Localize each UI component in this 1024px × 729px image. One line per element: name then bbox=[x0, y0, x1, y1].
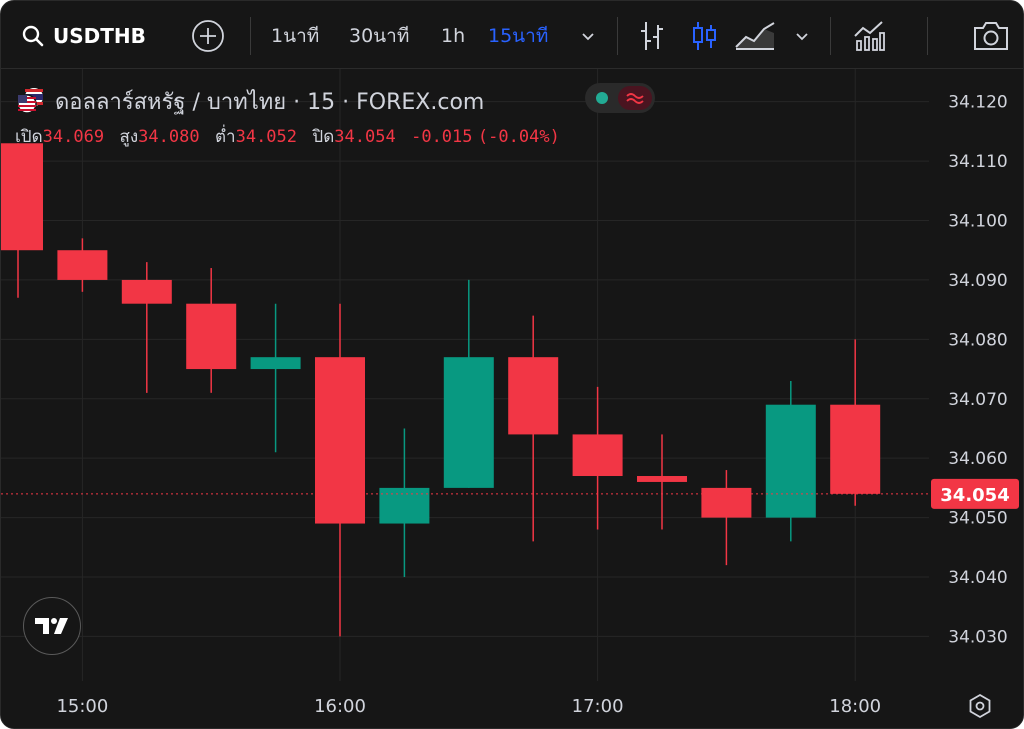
candle-body bbox=[186, 303, 237, 370]
y-tick-label: 34.120 bbox=[948, 93, 1007, 113]
last-price-label: 34.054 bbox=[940, 485, 1009, 506]
market-status-badge[interactable] bbox=[585, 83, 655, 113]
chevron-down-icon bbox=[582, 33, 594, 41]
legend-title: ดอลลาร์สหรัฐ / บาทไทย · 15 · FOREX.com bbox=[15, 83, 484, 119]
x-tick-label: 17:00 bbox=[572, 696, 624, 717]
currency-flags-icon bbox=[17, 88, 43, 114]
toolbar-divider bbox=[830, 17, 831, 55]
symbol-description: ดอลลาร์สหรัฐ / บาทไทย · 15 · FOREX.com bbox=[55, 89, 485, 115]
candle-body bbox=[121, 279, 172, 304]
price-chart[interactable]: 34.120 34.110 34.100 34.090 34.080 34.070 34.0… bbox=[1, 69, 1023, 728]
change-value: -0.015 bbox=[411, 127, 473, 147]
low-value: 34.052 bbox=[235, 127, 298, 147]
search-icon bbox=[22, 25, 44, 47]
symbol-search-button[interactable]: USDTHB bbox=[21, 19, 146, 53]
chart-style-dropdown-button[interactable] bbox=[793, 19, 811, 53]
x-tick-label: 15:00 bbox=[56, 696, 108, 717]
candle-body bbox=[572, 434, 623, 477]
candle-body bbox=[250, 357, 301, 370]
indicators-button[interactable] bbox=[852, 19, 886, 53]
ohlc-values: เปิด34.069 สูง34.080 ต่ำ34.052 ปิด34.054… bbox=[15, 123, 560, 150]
y-tick-label: 34.070 bbox=[948, 390, 1007, 410]
close-label: ปิด bbox=[312, 127, 335, 147]
interval-dropdown-button[interactable] bbox=[579, 19, 597, 53]
toolbar-divider bbox=[927, 17, 928, 55]
y-tick-label: 34.050 bbox=[948, 509, 1007, 529]
chart-widget: USDTHB 1นาที 30นาที 1h 15นาที 34.120 34.… bbox=[0, 0, 1024, 729]
candle-body bbox=[637, 476, 687, 482]
indicators-icon bbox=[854, 21, 885, 51]
camera-icon bbox=[974, 22, 1008, 50]
symbol-name: USDTHB bbox=[53, 24, 146, 48]
close-value: 34.054 bbox=[334, 127, 396, 147]
candle-body bbox=[1, 143, 43, 251]
candle-body bbox=[701, 487, 752, 518]
y-tick-label: 34.030 bbox=[948, 627, 1007, 647]
candle-style-button[interactable] bbox=[690, 19, 720, 53]
toolbar-divider bbox=[617, 17, 618, 55]
tradingview-logo[interactable] bbox=[23, 597, 81, 655]
y-tick-label: 34.100 bbox=[948, 212, 1007, 232]
screenshot-button[interactable] bbox=[972, 19, 1010, 53]
chart-settings-icon[interactable] bbox=[967, 693, 993, 719]
candle[interactable] bbox=[765, 380, 816, 542]
toolbar-divider bbox=[250, 17, 251, 55]
candle-body bbox=[443, 357, 494, 488]
y-tick-label: 34.080 bbox=[948, 330, 1007, 350]
interval-15m[interactable]: 15นาที bbox=[488, 19, 548, 53]
area-chart-style-icon bbox=[735, 22, 775, 50]
interval-30m[interactable]: 30นาที bbox=[349, 19, 409, 53]
y-tick-label: 34.060 bbox=[948, 449, 1007, 469]
candle-body bbox=[765, 404, 816, 518]
interval-1h[interactable]: 1h bbox=[441, 19, 465, 53]
open-label: เปิด bbox=[15, 127, 43, 147]
bar-chart-style-icon bbox=[641, 22, 663, 50]
open-value: 34.069 bbox=[42, 127, 105, 147]
y-tick-label: 34.040 bbox=[948, 568, 1007, 588]
chevron-down-icon bbox=[796, 33, 808, 41]
x-tick-label: 16:00 bbox=[314, 696, 366, 717]
interval-1m[interactable]: 1นาที bbox=[271, 19, 319, 53]
candle-body bbox=[379, 487, 430, 524]
compare-symbol-button[interactable] bbox=[191, 19, 225, 53]
low-label: ต่ำ bbox=[215, 127, 236, 147]
bar-style-button[interactable] bbox=[637, 19, 667, 53]
high-value: 34.080 bbox=[138, 127, 200, 147]
add-compare-icon bbox=[192, 20, 224, 52]
candle-body bbox=[830, 404, 881, 494]
change-percent: (-0.04%) bbox=[477, 127, 560, 147]
tradingview-logo-icon bbox=[35, 618, 68, 634]
area-style-button[interactable] bbox=[734, 19, 776, 53]
y-tick-label: 34.110 bbox=[948, 152, 1007, 172]
candle-body bbox=[315, 357, 365, 524]
x-tick-label: 18:00 bbox=[829, 696, 881, 717]
top-toolbar: USDTHB 1นาที 30นาที 1h 15นาที bbox=[1, 1, 1023, 69]
high-label: สูง bbox=[119, 127, 139, 147]
y-tick-label: 34.090 bbox=[948, 271, 1007, 291]
status-indicator-icon bbox=[596, 86, 652, 110]
candle-body bbox=[508, 357, 559, 435]
candle-chart-style-icon bbox=[693, 22, 716, 50]
candle-body bbox=[57, 250, 108, 280]
